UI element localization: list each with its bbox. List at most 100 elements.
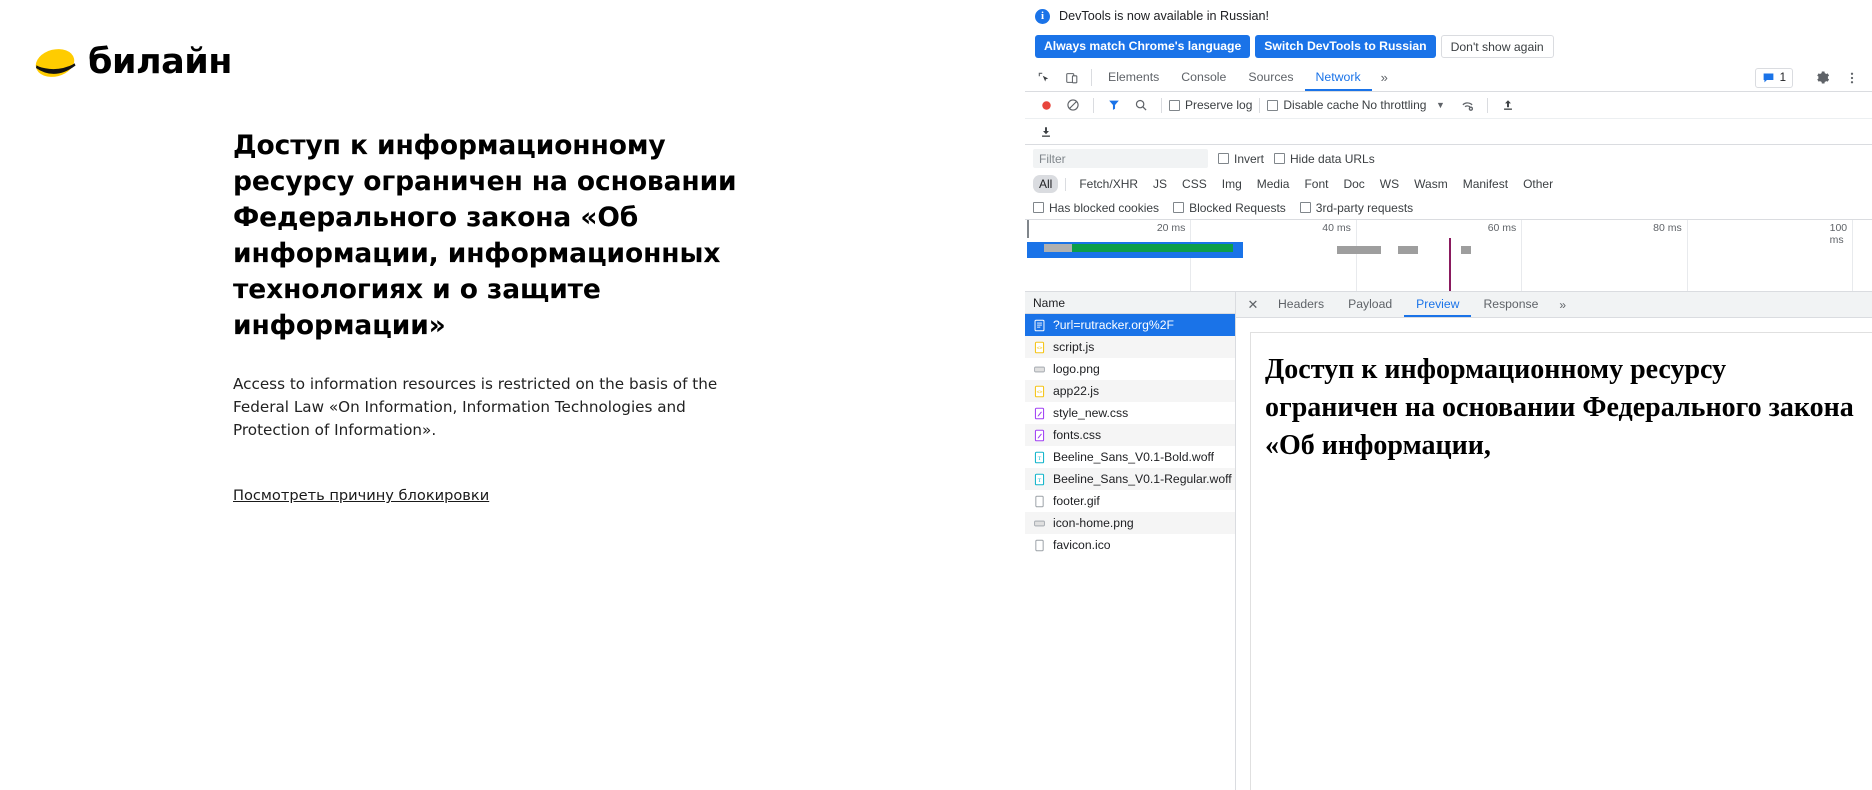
preview-body: Доступ к информационному ресурсу огранич… <box>1236 318 1872 790</box>
timeline-tick-label: 20 ms <box>1156 222 1186 234</box>
switch-devtools-language-button[interactable]: Switch DevTools to Russian <box>1255 34 1436 58</box>
detail-more-tabs-icon[interactable]: » <box>1550 292 1575 317</box>
clear-icon[interactable] <box>1060 93 1086 117</box>
filter-funnel-icon[interactable] <box>1101 93 1127 117</box>
beeline-logo-text: билайн <box>88 42 232 82</box>
request-row[interactable]: T Beeline_Sans_V0.1-Regular.woff <box>1025 468 1235 490</box>
more-vertical-icon[interactable] <box>1838 71 1866 85</box>
dont-show-again-button[interactable]: Don't show again <box>1440 34 1554 58</box>
hide-data-urls-checkbox[interactable]: Hide data URLs <box>1274 152 1375 166</box>
third-party-requests-label: 3rd-party requests <box>1315 200 1414 215</box>
svg-text:T: T <box>1038 455 1042 461</box>
request-row[interactable]: ?url=rutracker.org%2F <box>1025 314 1235 336</box>
type-filter-css[interactable]: CSS <box>1176 175 1213 193</box>
request-name: script.js <box>1053 340 1095 354</box>
search-icon[interactable] <box>1128 93 1154 117</box>
tab-elements[interactable]: Elements <box>1097 64 1170 91</box>
image-icon <box>1033 517 1046 530</box>
font-icon: T <box>1033 451 1046 464</box>
request-row[interactable]: footer.gif <box>1025 490 1235 512</box>
request-row[interactable]: <> script.js <box>1025 336 1235 358</box>
request-row[interactable]: fonts.css <box>1025 424 1235 446</box>
preserve-log-checkbox[interactable]: Preserve log <box>1169 98 1252 112</box>
request-name: footer.gif <box>1053 494 1100 508</box>
tab-network[interactable]: Network <box>1304 64 1372 91</box>
blocked-requests-box <box>1173 202 1185 213</box>
timeline-gridline <box>1521 220 1523 291</box>
blocked-requests-checkbox[interactable]: Blocked Requests <box>1173 201 1286 215</box>
timeline-tick-label: 40 ms <box>1322 222 1351 234</box>
svg-text:<>: <> <box>1037 389 1043 395</box>
type-filter-media[interactable]: Media <box>1251 175 1296 193</box>
type-filter-fetch-xhr[interactable]: Fetch/XHR <box>1073 175 1144 193</box>
type-filter-doc[interactable]: Doc <box>1337 175 1370 193</box>
request-row[interactable]: <> app22.js <box>1025 380 1235 402</box>
timeline-gridline <box>1852 220 1854 291</box>
type-filter-manifest[interactable]: Manifest <box>1457 175 1514 193</box>
type-filter-other[interactable]: Other <box>1517 175 1559 193</box>
disable-cache-checkbox[interactable]: Disable cache <box>1267 98 1359 112</box>
record-icon[interactable] <box>1033 93 1059 117</box>
view-block-reason-link[interactable]: Посмотреть причину блокировки <box>233 487 489 504</box>
timeline-gridline <box>1686 220 1688 291</box>
inspect-element-icon[interactable] <box>1030 64 1058 91</box>
network-overview-timeline[interactable]: 20 ms 40 ms 60 ms 80 ms 100 ms <box>1025 220 1872 292</box>
svg-text:<>: <> <box>1037 345 1043 351</box>
timeline-tick-label: 80 ms <box>1653 222 1682 234</box>
invert-label: Invert <box>1234 151 1265 166</box>
type-filter-font[interactable]: Font <box>1298 175 1334 193</box>
gear-icon[interactable] <box>1808 70 1836 85</box>
toolbar-divider-3 <box>1259 97 1261 113</box>
request-row[interactable]: T Beeline_Sans_V0.1-Bold.woff <box>1025 446 1235 468</box>
page-title: Доступ к информационному ресурсу огранич… <box>233 130 737 342</box>
network-conditions-wifi-icon[interactable] <box>1454 93 1480 117</box>
script-icon: <> <box>1033 341 1046 354</box>
devtools-panel: i DevTools is now available in Russian! … <box>1024 0 1872 790</box>
always-match-language-button[interactable]: Always match Chrome's language <box>1035 34 1251 58</box>
chevron-down-icon[interactable]: ▼ <box>1427 93 1453 117</box>
detail-tab-headers[interactable]: Headers <box>1266 292 1336 317</box>
throttling-select[interactable]: No throttling <box>1360 98 1427 112</box>
type-filter-all[interactable]: All <box>1033 175 1059 193</box>
invert-checkbox[interactable]: Invert <box>1218 152 1264 166</box>
preview-iframe[interactable]: Доступ к информационному ресурсу огранич… <box>1250 332 1872 790</box>
has-blocked-cookies-checkbox[interactable]: Has blocked cookies <box>1033 201 1159 215</box>
request-row[interactable]: icon-home.png <box>1025 512 1235 534</box>
tab-console[interactable]: Console <box>1170 64 1237 91</box>
device-toolbar-icon[interactable] <box>1058 64 1086 91</box>
filter-input[interactable] <box>1033 149 1208 168</box>
request-detail-pane: ✕ Headers Payload Preview Response » Дос… <box>1236 292 1872 790</box>
detail-tab-preview[interactable]: Preview <box>1404 292 1472 317</box>
tabstrip-divider <box>1091 69 1092 86</box>
document-icon <box>1033 319 1046 332</box>
request-list-body[interactable]: ?url=rutracker.org%2F <> script.js logo.png… <box>1025 314 1235 790</box>
toolbar-divider-2 <box>1161 97 1162 113</box>
type-filter-img[interactable]: Img <box>1216 175 1248 193</box>
detail-tab-response[interactable]: Response <box>1471 292 1550 317</box>
type-filter-js[interactable]: JS <box>1147 175 1173 193</box>
blocked-page: билайн Доступ к информационному ресурсу … <box>0 0 1024 790</box>
detail-tab-payload[interactable]: Payload <box>1336 292 1404 317</box>
type-filter-wasm[interactable]: Wasm <box>1408 175 1454 193</box>
more-tabs-icon[interactable]: » <box>1372 64 1397 91</box>
request-list-header[interactable]: Name <box>1025 292 1235 314</box>
type-filter-ws[interactable]: WS <box>1374 175 1405 193</box>
issues-chip[interactable]: 1 <box>1754 67 1793 88</box>
request-name: style_new.css <box>1053 406 1129 420</box>
export-har-download-icon[interactable] <box>1033 120 1059 144</box>
has-blocked-cookies-box <box>1033 202 1044 213</box>
request-row[interactable]: favicon.ico <box>1025 534 1235 556</box>
request-row[interactable]: style_new.css <box>1025 402 1235 424</box>
resource-type-filters: All Fetch/XHR JS CSS Img Media Font Doc … <box>1025 172 1872 196</box>
request-row[interactable]: logo.png <box>1025 358 1235 380</box>
timeline-request-band <box>1336 246 1381 254</box>
close-icon[interactable]: ✕ <box>1240 292 1266 317</box>
third-party-requests-checkbox[interactable]: 3rd-party requests <box>1299 200 1414 215</box>
toolbar-divider-4 <box>1487 97 1489 113</box>
tab-sources[interactable]: Sources <box>1237 64 1304 91</box>
third-party-requests-box <box>1299 202 1311 213</box>
import-har-upload-icon[interactable] <box>1495 93 1521 117</box>
hide-data-urls-label: Hide data URLs <box>1290 151 1375 166</box>
toolbar-divider-1 <box>1093 97 1094 113</box>
request-name: Beeline_Sans_V0.1-Bold.woff <box>1053 450 1215 464</box>
